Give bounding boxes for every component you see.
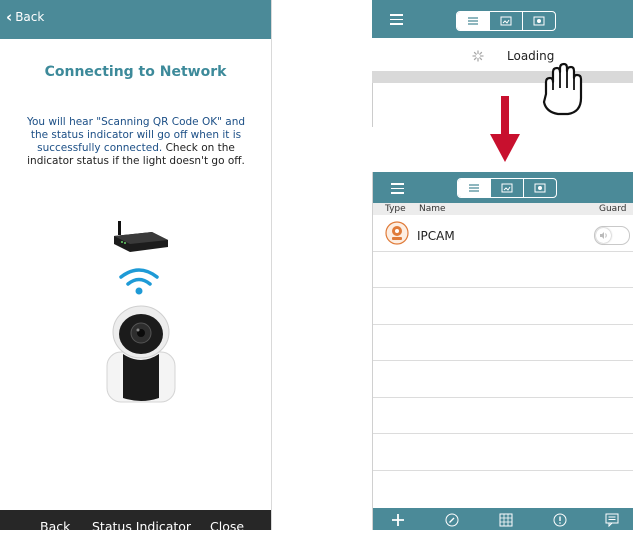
col-name: Name bbox=[419, 204, 446, 214]
spinner-icon bbox=[472, 50, 484, 62]
alert-icon bbox=[553, 513, 567, 527]
column-header: Type Name Guard bbox=[373, 203, 633, 215]
empty-row bbox=[373, 397, 633, 434]
list-view-tab[interactable] bbox=[458, 179, 490, 197]
app-header bbox=[373, 172, 633, 203]
list-icon bbox=[469, 184, 479, 192]
loading-row: Loading bbox=[372, 38, 633, 71]
recording-icon bbox=[533, 16, 545, 26]
empty-row bbox=[373, 251, 633, 288]
recording-view-tab[interactable] bbox=[522, 12, 555, 30]
speaker-icon bbox=[600, 232, 607, 239]
alert-button[interactable] bbox=[553, 512, 567, 531]
device-name: IPCAM bbox=[417, 229, 455, 243]
photo-view-tab[interactable] bbox=[490, 179, 523, 197]
nav-back-label: Back bbox=[15, 10, 45, 24]
instruction-text: You will hear "Scanning QR Code OK" and … bbox=[22, 116, 250, 168]
photo-view-tab[interactable] bbox=[489, 12, 522, 30]
down-arrow-icon bbox=[490, 96, 520, 162]
pull-down-strip bbox=[372, 71, 633, 83]
recording-icon bbox=[534, 183, 546, 193]
empty-row bbox=[373, 287, 633, 325]
message-button[interactable] bbox=[605, 512, 619, 531]
connecting-screen: ‹ Back Connecting to Network You will he… bbox=[0, 0, 272, 534]
list-view-tab[interactable] bbox=[457, 12, 489, 30]
list-icon bbox=[468, 17, 478, 25]
app-header bbox=[372, 0, 633, 38]
message-icon bbox=[605, 513, 619, 528]
page-title: Connecting to Network bbox=[44, 64, 227, 80]
router-icon bbox=[114, 221, 168, 252]
col-guard: Guard bbox=[599, 204, 627, 214]
empty-row bbox=[373, 360, 633, 398]
status-indicator-button[interactable]: Status Indicator bbox=[92, 519, 191, 534]
bottom-back-button[interactable]: Back bbox=[40, 519, 70, 534]
bottom-toolbar bbox=[373, 508, 633, 530]
camera-device-icon bbox=[106, 305, 176, 403]
hand-gesture-icon bbox=[542, 62, 583, 116]
recording-view-tab[interactable] bbox=[523, 179, 556, 197]
empty-row bbox=[373, 324, 633, 361]
device-list-screen: Type Name Guard IPCAM bbox=[372, 172, 633, 530]
add-button[interactable] bbox=[391, 512, 405, 531]
guard-toggle[interactable] bbox=[594, 226, 630, 245]
bottom-bar: Back Status Indicator Close bbox=[0, 510, 271, 534]
nav-back-button[interactable]: ‹ Back bbox=[6, 8, 45, 26]
empty-row bbox=[373, 433, 633, 471]
menu-icon[interactable] bbox=[391, 183, 404, 194]
menu-icon[interactable] bbox=[390, 14, 403, 25]
close-button[interactable]: Close bbox=[210, 519, 244, 534]
wifi-icon bbox=[119, 268, 159, 295]
plus-icon bbox=[392, 514, 404, 526]
chevron-left-icon: ‹ bbox=[6, 8, 13, 26]
grid-settings-icon bbox=[499, 513, 513, 527]
panel-edge bbox=[372, 83, 373, 127]
edit-button[interactable] bbox=[445, 512, 459, 531]
view-switcher bbox=[457, 178, 557, 198]
photo-icon bbox=[500, 16, 512, 26]
pencil-icon bbox=[445, 513, 459, 527]
nav-bar: ‹ Back bbox=[0, 0, 271, 39]
col-type: Type bbox=[385, 204, 406, 214]
photo-icon bbox=[501, 183, 513, 193]
view-switcher bbox=[456, 11, 556, 31]
camera-type-icon bbox=[385, 221, 409, 245]
settings-button[interactable] bbox=[499, 512, 513, 531]
